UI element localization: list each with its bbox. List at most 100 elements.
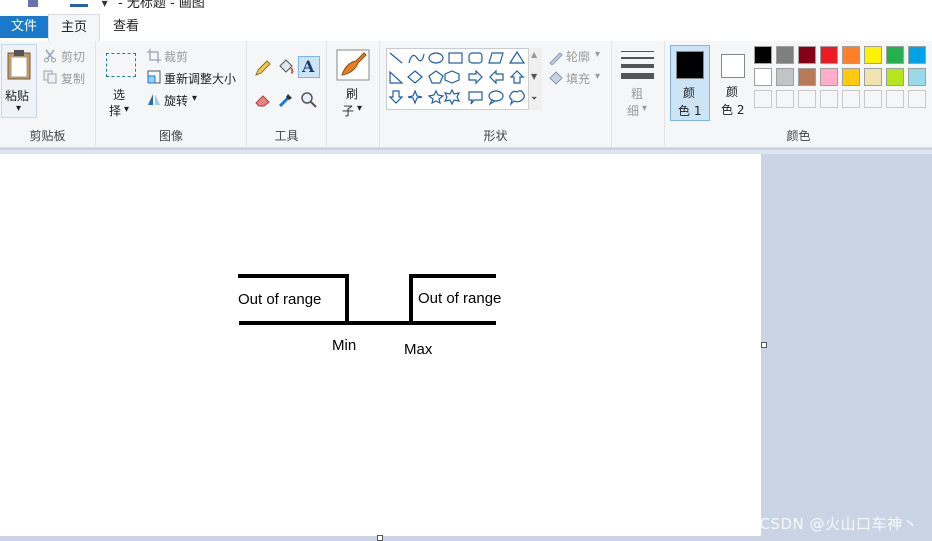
paste-dropdown-arrow[interactable]: ▾: [16, 103, 21, 114]
brush-icon: [336, 49, 370, 81]
custom-color-slot[interactable]: [820, 90, 838, 108]
shapes-group-label: 形状: [483, 129, 508, 143]
palette-swatch[interactable]: [842, 68, 860, 86]
title-bar: ▾ - 无标题 - 画图: [0, 0, 932, 8]
color-1-button[interactable]: 颜 色 1: [670, 45, 710, 121]
copy-button[interactable]: 复制: [61, 70, 85, 87]
paste-icon: [7, 50, 31, 80]
customize-arrow-icon[interactable]: ▾: [102, 0, 108, 8]
size-icon: [621, 50, 654, 79]
color-1-label-2: 色 1: [678, 104, 702, 118]
custom-color-slot[interactable]: [776, 90, 794, 108]
shapes-scrollbar[interactable]: ▲ ▼ ⏷: [528, 48, 542, 110]
watermark: CSDN @火山口车神丶: [759, 515, 918, 533]
palette-swatch[interactable]: [842, 46, 860, 64]
copy-icon: [43, 70, 57, 84]
right-out-of-range-text: Out of range: [418, 290, 501, 307]
image-group: 选 择 ▾ 裁剪 重新调整大小 旋转 ▾ 图像: [96, 41, 247, 147]
brushes-dropdown-arrow: ▾: [357, 103, 363, 114]
canvas-drawing: Out of range Out of range Min Max: [238, 274, 501, 358]
canvas-resize-handle-bottom[interactable]: [377, 535, 383, 541]
color-picker-icon[interactable]: [277, 91, 295, 109]
clipboard-group-label: 剪贴板: [29, 129, 66, 143]
palette-swatch[interactable]: [864, 68, 882, 86]
fill-button[interactable]: 填充: [566, 70, 590, 87]
palette-swatch[interactable]: [798, 68, 816, 86]
outline-dropdown-arrow[interactable]: ▾: [595, 49, 600, 60]
colors-group: 颜 色 1 颜 色 2 颜色: [665, 41, 932, 147]
custom-color-slot[interactable]: [798, 90, 816, 108]
palette-swatch[interactable]: [754, 46, 772, 64]
brushes-group: 刷 子 ▾: [327, 41, 380, 147]
color-1-swatch: [676, 51, 704, 79]
tools-group: A 工具: [247, 41, 327, 147]
brushes-dropdown-button[interactable]: 刷 子 ▾: [333, 47, 373, 121]
paste-button[interactable]: 粘贴 ▾: [1, 44, 37, 118]
crop-button[interactable]: 裁剪: [164, 48, 188, 65]
custom-color-slot[interactable]: [864, 90, 882, 108]
color-2-label-2: 色 2: [721, 103, 745, 117]
palette-swatch[interactable]: [886, 68, 904, 86]
outline-icon: [549, 52, 563, 65]
scroll-down-icon[interactable]: ▼: [531, 72, 537, 81]
fill-dropdown-arrow[interactable]: ▾: [595, 71, 600, 82]
gallery-expand-icon[interactable]: ⏷: [531, 94, 537, 104]
undo-icon[interactable]: [69, 0, 88, 7]
palette-swatch[interactable]: [820, 46, 838, 64]
rotate-button[interactable]: 旋转: [164, 92, 188, 109]
palette-swatch[interactable]: [776, 68, 794, 86]
crop-icon: [147, 49, 161, 63]
custom-color-slot[interactable]: [754, 90, 772, 108]
select-dropdown-button[interactable]: 选 择 ▾: [102, 49, 138, 119]
brushes-label-1: 刷: [346, 87, 359, 101]
color-2-button[interactable]: 颜 色 2: [714, 45, 752, 121]
quick-access-toolbar[interactable]: ▾: [0, 0, 108, 8]
drawing-canvas[interactable]: Out of range Out of range Min Max: [0, 154, 761, 536]
palette-swatch[interactable]: [864, 46, 882, 64]
size-dropdown-button[interactable]: 粗 细 ▾: [618, 47, 658, 121]
select-label-2: 择: [109, 104, 122, 118]
brushes-label-2: 子: [342, 104, 355, 118]
custom-color-slot[interactable]: [886, 90, 904, 108]
text-tool-icon: A: [302, 57, 315, 76]
palette-swatch[interactable]: [908, 46, 926, 64]
min-label: Min: [332, 337, 356, 354]
fill-icon: [549, 71, 563, 85]
size-dropdown-arrow: ▾: [642, 103, 648, 114]
color-2-swatch: [721, 54, 745, 78]
palette-swatch[interactable]: [908, 68, 926, 86]
size-group: 粗 细 ▾: [612, 41, 665, 147]
tab-home[interactable]: 主页: [48, 14, 100, 43]
palette-swatch[interactable]: [820, 68, 838, 86]
magnifier-icon[interactable]: [300, 91, 318, 109]
ribbon-tab-bar: 文件 主页 查看: [0, 8, 932, 43]
rotate-dropdown-arrow[interactable]: ▾: [192, 93, 197, 104]
palette-swatch[interactable]: [776, 46, 794, 64]
pencil-icon[interactable]: [254, 59, 272, 77]
text-tool-button[interactable]: A: [298, 56, 320, 78]
tab-view[interactable]: 查看: [101, 14, 151, 41]
custom-color-slot[interactable]: [842, 90, 860, 108]
select-dropdown-arrow: ▾: [124, 104, 130, 115]
size-label-1: 粗: [631, 87, 644, 101]
custom-color-slot[interactable]: [908, 90, 926, 108]
paste-label: 粘贴: [5, 89, 30, 103]
palette-swatch[interactable]: [754, 68, 772, 86]
palette-swatch[interactable]: [886, 46, 904, 64]
cut-button[interactable]: 剪切: [61, 48, 85, 65]
resize-button[interactable]: 重新调整大小: [164, 70, 236, 87]
colors-group-label: 颜色: [786, 129, 811, 143]
save-icon[interactable]: [28, 0, 38, 7]
shapes-gallery[interactable]: [386, 48, 541, 110]
select-label-1: 选: [113, 88, 126, 102]
tab-file[interactable]: 文件: [0, 16, 48, 38]
ribbon: 粘贴 ▾ 剪切 复制 剪贴板 选 择 ▾ 裁剪 重新调整大小 旋转 ▾ 图像 A…: [0, 41, 932, 148]
eraser-icon[interactable]: [254, 91, 272, 109]
scroll-up-icon[interactable]: ▲: [531, 50, 537, 59]
canvas-resize-handle-right[interactable]: [761, 342, 767, 348]
palette-swatch[interactable]: [798, 46, 816, 64]
fill-bucket-icon[interactable]: [277, 58, 295, 76]
clipboard-group: 粘贴 ▾ 剪切 复制 剪贴板: [0, 41, 96, 147]
color-1-label-1: 颜: [683, 86, 696, 100]
outline-button[interactable]: 轮廓: [566, 48, 590, 65]
